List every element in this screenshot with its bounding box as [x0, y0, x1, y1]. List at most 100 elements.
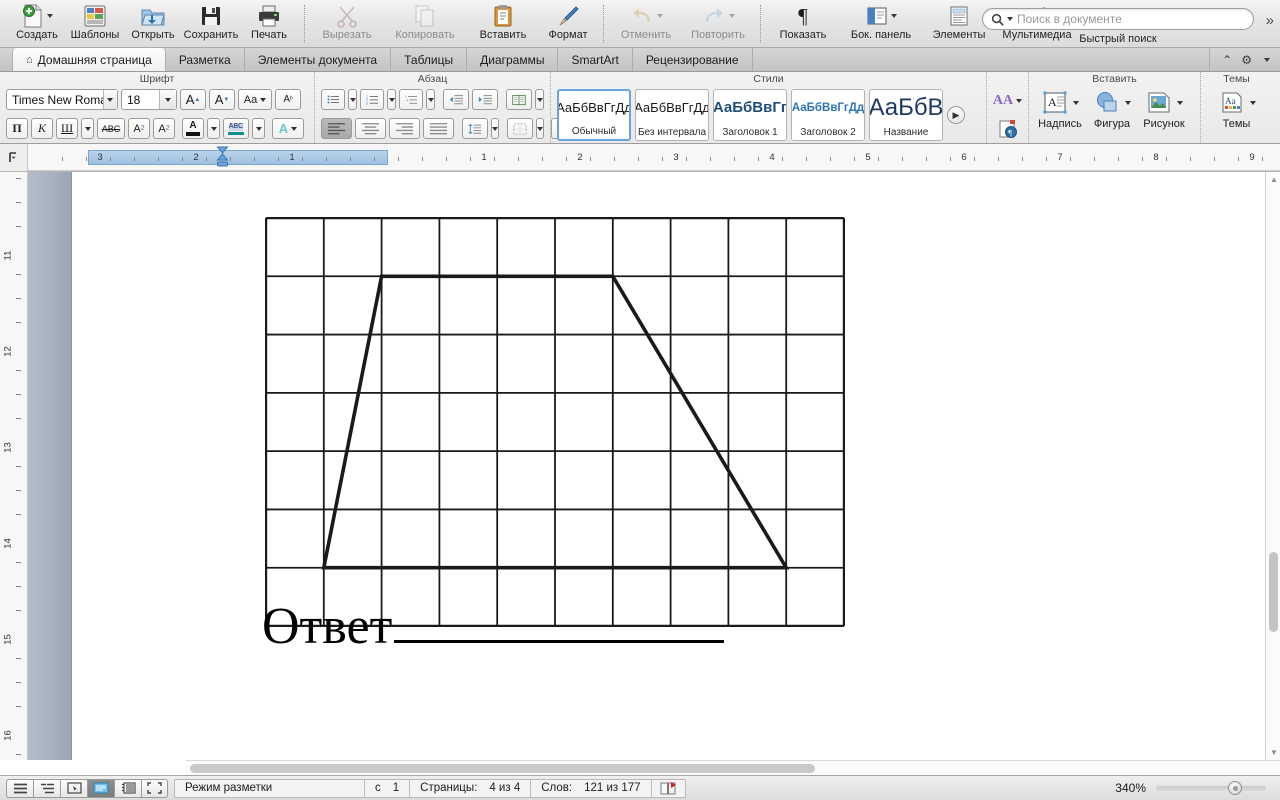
toolbar-button-cut[interactable]: Вырезать [311, 3, 383, 47]
toolbar-button-paste[interactable]: Вставить [467, 3, 539, 47]
style-card-title[interactable]: АаБбВ Название [869, 89, 943, 141]
increase-indent-button[interactable] [472, 89, 498, 110]
wordart-button[interactable]: AA [993, 89, 1023, 113]
borders-chevron-icon[interactable] [536, 118, 544, 139]
toolbar-button-redo[interactable]: Повторить [682, 3, 754, 47]
zoom-slider-knob[interactable] [1228, 780, 1242, 795]
text-effects-button[interactable]: A [272, 118, 304, 139]
tab-tables[interactable]: Таблицы [391, 48, 468, 71]
decrease-indent-button[interactable] [443, 89, 469, 110]
font-color-button[interactable]: A [182, 118, 204, 139]
style-card-heading-1[interactable]: АаБбВвГг Заголовок 1 [713, 89, 787, 141]
focus-view-button[interactable] [141, 778, 168, 798]
chevron-down-icon[interactable] [102, 90, 117, 109]
print-layout-view-button[interactable] [87, 778, 114, 798]
search-box[interactable] [982, 8, 1254, 30]
horizontal-scroll-thumb[interactable] [190, 764, 815, 773]
chevron-down-icon[interactable] [1264, 57, 1270, 62]
toolbar-button-format-painter[interactable]: Формат [539, 3, 597, 47]
underline-options-chevron-icon[interactable] [81, 118, 94, 139]
superscript-button[interactable]: A2 [128, 118, 150, 139]
style-card-heading-2[interactable]: АаБбВвГгДд Заголовок 2 [791, 89, 865, 141]
search-input[interactable] [1017, 12, 1245, 26]
align-justify-button[interactable] [423, 118, 454, 139]
toolbar-button-undo[interactable]: Отменить [610, 3, 682, 47]
vertical-scroll-thumb[interactable] [1269, 552, 1278, 632]
columns-button[interactable] [506, 89, 532, 110]
font-size-combo[interactable]: 18 [121, 89, 177, 110]
tab-document-elements[interactable]: Элементы документа [245, 48, 392, 71]
tab-home[interactable]: ⌂ Домашняя страница [12, 48, 166, 71]
align-left-button[interactable] [321, 118, 352, 139]
scroll-up-arrow-icon[interactable]: ▲ [1270, 175, 1278, 184]
tab-charts[interactable]: Диаграммы [467, 48, 559, 71]
shrink-font-button[interactable]: A ▼ [209, 89, 235, 110]
toolbar-button-templates[interactable]: Шаблоны [66, 3, 124, 47]
style-card-normal[interactable]: АаБбВвГгДд Обычный [557, 89, 631, 141]
chevron-up-icon[interactable]: ⌃ [1222, 53, 1232, 67]
horizontal-scrollbar[interactable] [186, 760, 1280, 775]
bold-button[interactable]: П [6, 118, 28, 139]
document-elements-button[interactable]: ¶ [993, 117, 1022, 141]
toolbar-button-open[interactable]: Открыть [124, 3, 182, 47]
gear-icon[interactable]: ⚙ [1241, 53, 1252, 67]
bulleted-list-button[interactable] [321, 89, 345, 110]
tab-layout[interactable]: Разметка [166, 48, 245, 71]
toolbar-button-show-marks[interactable]: ¶ Показать [767, 3, 839, 47]
font-family-combo[interactable]: Times New Roman [6, 89, 118, 110]
borders-button[interactable] [507, 118, 533, 139]
document-page[interactable]: Ответ ▲ ▼ [72, 172, 1280, 760]
grow-font-button[interactable]: A ▲ [180, 89, 206, 110]
vertical-scrollbar[interactable]: ▲ ▼ [1265, 172, 1280, 760]
numbered-list-chevron-icon[interactable] [387, 89, 396, 110]
draft-view-button[interactable] [6, 778, 33, 798]
toolbar-button-print[interactable]: Печать [240, 3, 298, 47]
ruler-track[interactable]: 3 2 1 1 2 3 4 5 6 7 8 9 [28, 144, 1280, 171]
insert-shape-button[interactable]: Фигура [1087, 88, 1137, 130]
gallery-next-arrow-icon[interactable]: ▶ [947, 106, 965, 124]
insert-textbox-button[interactable]: A Надпись [1035, 88, 1085, 130]
highlight-button[interactable]: ABC [223, 118, 249, 139]
publishing-view-button[interactable] [60, 778, 87, 798]
answer-blank-line[interactable] [394, 601, 725, 643]
answer-paragraph[interactable]: Ответ [262, 597, 725, 656]
bulleted-list-chevron-icon[interactable] [348, 89, 357, 110]
change-case-button[interactable]: Aa [238, 89, 272, 110]
underline-button[interactable]: Ш [56, 118, 78, 139]
columns-chevron-icon[interactable] [535, 89, 544, 110]
scroll-down-arrow-icon[interactable]: ▼ [1270, 748, 1278, 757]
insert-picture-button[interactable]: Рисунок [1139, 88, 1189, 130]
chevron-down-icon[interactable] [1007, 17, 1013, 21]
toolbar-button-sidebar[interactable]: Бок. панель [839, 3, 923, 47]
subscript-button[interactable]: A2 [153, 118, 175, 139]
toolbar-button-new[interactable]: Создать [8, 3, 66, 47]
italic-button[interactable]: К [31, 118, 53, 139]
toolbar-button-save[interactable]: Сохранить [182, 3, 240, 47]
toolbar-button-copy[interactable]: Копировать [383, 3, 467, 47]
multilevel-list-button[interactable]: 1a [399, 89, 423, 110]
themes-button[interactable]: Aa Темы [1212, 88, 1262, 130]
toolbar-overflow-icon[interactable]: » [1266, 12, 1274, 29]
outline-view-button[interactable] [33, 778, 60, 798]
clear-formatting-button[interactable]: Aᵇ [275, 89, 301, 110]
multilevel-list-chevron-icon[interactable] [426, 89, 435, 110]
search-magnifier-icon[interactable] [991, 13, 1013, 26]
chevron-down-icon[interactable] [159, 90, 176, 109]
tab-smartart[interactable]: SmartArt [558, 48, 633, 71]
font-color-chevron-icon[interactable] [207, 118, 220, 139]
zoom-slider[interactable] [1156, 780, 1266, 795]
notebook-view-button[interactable] [114, 778, 141, 798]
highlight-chevron-icon[interactable] [252, 118, 265, 139]
line-spacing-chevron-icon[interactable] [491, 118, 499, 139]
align-right-button[interactable] [389, 118, 420, 139]
numbered-list-button[interactable]: 123 [360, 89, 384, 110]
strikethrough-button[interactable]: ABC [97, 118, 125, 139]
status-spellcheck[interactable] [652, 779, 685, 798]
line-spacing-button[interactable] [462, 118, 488, 139]
tab-stop-selector-icon[interactable] [0, 144, 28, 171]
hourglass-indent-marker-icon[interactable] [216, 146, 229, 173]
style-card-no-spacing[interactable]: АаБбВвГгДд Без интервала [635, 89, 709, 141]
tab-review[interactable]: Рецензирование [633, 48, 753, 71]
navigation-pane[interactable] [28, 172, 72, 760]
align-center-button[interactable] [355, 118, 386, 139]
